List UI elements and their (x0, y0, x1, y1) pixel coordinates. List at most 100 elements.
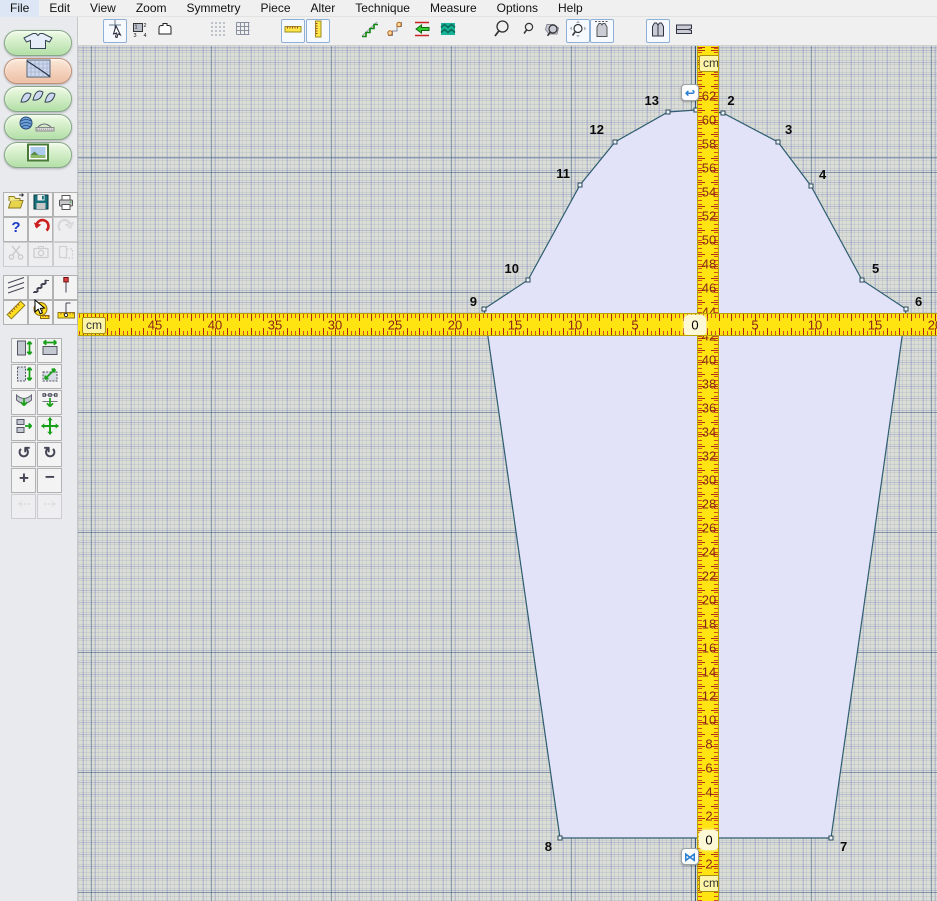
menu-symmetry[interactable]: Symmetry (177, 0, 251, 17)
knit-texture-button[interactable] (436, 19, 460, 43)
vruler-label-62: 62 (702, 89, 716, 104)
save-icon (31, 192, 51, 217)
menu-edit[interactable]: Edit (39, 0, 80, 17)
save-button[interactable] (28, 192, 53, 217)
flip-horizontal-icon[interactable]: ↩ (681, 84, 699, 101)
sleeve-shape-layer[interactable]: 12345678910111213 (78, 46, 937, 901)
shape-point-5[interactable] (860, 278, 864, 282)
shape-point-13[interactable] (666, 110, 670, 114)
open-button[interactable] (3, 192, 28, 217)
camera-icon (31, 242, 51, 267)
hruler-label-left-20: 20 (448, 318, 462, 333)
dot-grid-button[interactable] (206, 19, 230, 43)
shape-edit-button[interactable] (4, 58, 72, 84)
hruler-label-left-40: 40 (208, 318, 222, 333)
zoom-region-button[interactable] (541, 19, 565, 43)
pointer-tool-icon (105, 19, 125, 44)
piece-front-button[interactable] (646, 19, 670, 43)
shape-point-7[interactable] (829, 836, 833, 840)
paste-piece-button (53, 242, 78, 267)
shape-point-11[interactable] (578, 183, 582, 187)
ruler-pin-button[interactable] (53, 300, 78, 325)
menu-file[interactable]: File (0, 0, 39, 17)
slopes-button[interactable] (3, 275, 28, 300)
help-button[interactable]: ? (3, 217, 28, 242)
line-grid-icon (233, 19, 253, 44)
move-diag-button[interactable] (37, 364, 62, 389)
horizontal-ruler[interactable]: 4540353025201510505101520cm (78, 313, 937, 336)
move-all-button[interactable] (37, 416, 62, 441)
menu-help[interactable]: Help (548, 0, 593, 17)
curve-down-button[interactable] (11, 390, 36, 415)
machine-knit-button[interactable] (4, 114, 72, 140)
zoom-minus-button[interactable]: − (37, 468, 62, 493)
shape-point-9[interactable] (482, 307, 486, 311)
stairs-smooth-button[interactable] (358, 19, 382, 43)
shape-point-10[interactable] (526, 278, 530, 282)
stretch-h-button[interactable] (37, 338, 62, 363)
insert-right-button[interactable] (11, 416, 36, 441)
cut-icon (6, 242, 26, 267)
zoom-in-button[interactable] (490, 19, 514, 43)
vruler-label-8: 8 (705, 737, 712, 752)
pointer-tool-button[interactable] (103, 19, 127, 43)
rotate-ccw-button[interactable]: ↺ (11, 442, 36, 467)
vruler-label-52: 52 (702, 209, 716, 224)
stretch-v-button[interactable] (11, 338, 36, 363)
motif-design-button[interactable] (4, 86, 72, 112)
vruler-label-22: 22 (702, 569, 716, 584)
machine-knit-icon (16, 114, 60, 141)
menu-zoom[interactable]: Zoom (126, 0, 177, 17)
move-v-button[interactable] (11, 364, 36, 389)
line-grid-button[interactable] (231, 19, 255, 43)
ruler-diagonal-button[interactable] (3, 300, 28, 325)
point-line-button[interactable] (53, 275, 78, 300)
print-button[interactable] (53, 192, 78, 217)
menu-piece[interactable]: Piece (251, 0, 301, 17)
point-label-4: 4 (819, 167, 827, 182)
shape-point-3[interactable] (776, 140, 780, 144)
zoom-pan-icon (568, 19, 588, 44)
stairs-points-button[interactable] (383, 19, 407, 43)
stairs-tool-icon (31, 275, 51, 300)
menu-alter[interactable]: Alter (301, 0, 346, 17)
knit-texture-icon (438, 19, 458, 44)
svg-text:4: 4 (144, 33, 147, 39)
ruler-vertical-button[interactable] (306, 19, 330, 43)
menu-measure[interactable]: Measure (420, 0, 487, 17)
undo-button[interactable] (28, 217, 53, 242)
pattern-canvas[interactable]: 12345678910111213 6260585654525048464442… (78, 46, 937, 901)
zoom-plus-button[interactable]: + (11, 468, 36, 493)
vertical-ruler[interactable]: 6260585654525048464442403836343230282624… (697, 46, 719, 901)
rotate-cw-icon: ↻ (40, 442, 60, 467)
sleeve-polygon[interactable] (484, 110, 906, 838)
ruler-horizontal-button[interactable] (281, 19, 305, 43)
shape-point-12[interactable] (613, 140, 617, 144)
vruler-label-48: 48 (702, 257, 716, 272)
piece-outline-button[interactable] (153, 19, 177, 43)
zoom-piece-button[interactable] (590, 19, 614, 43)
hruler-label-left-10: 10 (568, 318, 582, 333)
move-diag-icon (40, 364, 60, 389)
stairs-tool-button[interactable] (28, 275, 53, 300)
shape-point-4[interactable] (809, 184, 813, 188)
tape-measure-button[interactable] (28, 300, 53, 325)
vruler-label-46: 46 (702, 281, 716, 296)
garment-design-button[interactable] (4, 30, 72, 56)
menu-view[interactable]: View (80, 0, 126, 17)
nodes-down-button[interactable] (37, 390, 62, 415)
shape-point-2[interactable] (721, 111, 725, 115)
zoom-pan-button[interactable] (566, 19, 590, 43)
svg-text:3: 3 (134, 33, 137, 39)
menu-options[interactable]: Options (487, 0, 548, 17)
zoom-out-button[interactable] (516, 19, 540, 43)
flip-vertical-icon[interactable]: ⋈ (681, 848, 699, 865)
picture-view-button[interactable] (4, 142, 72, 168)
shape-point-6[interactable] (904, 307, 908, 311)
menu-technique[interactable]: Technique (345, 0, 420, 17)
carriage-return-button[interactable] (410, 19, 434, 43)
shape-point-8[interactable] (558, 836, 562, 840)
quadrant-view-button[interactable]: 1234 (128, 19, 152, 43)
rotate-cw-button[interactable]: ↻ (37, 442, 62, 467)
piece-side-button[interactable] (672, 19, 696, 43)
